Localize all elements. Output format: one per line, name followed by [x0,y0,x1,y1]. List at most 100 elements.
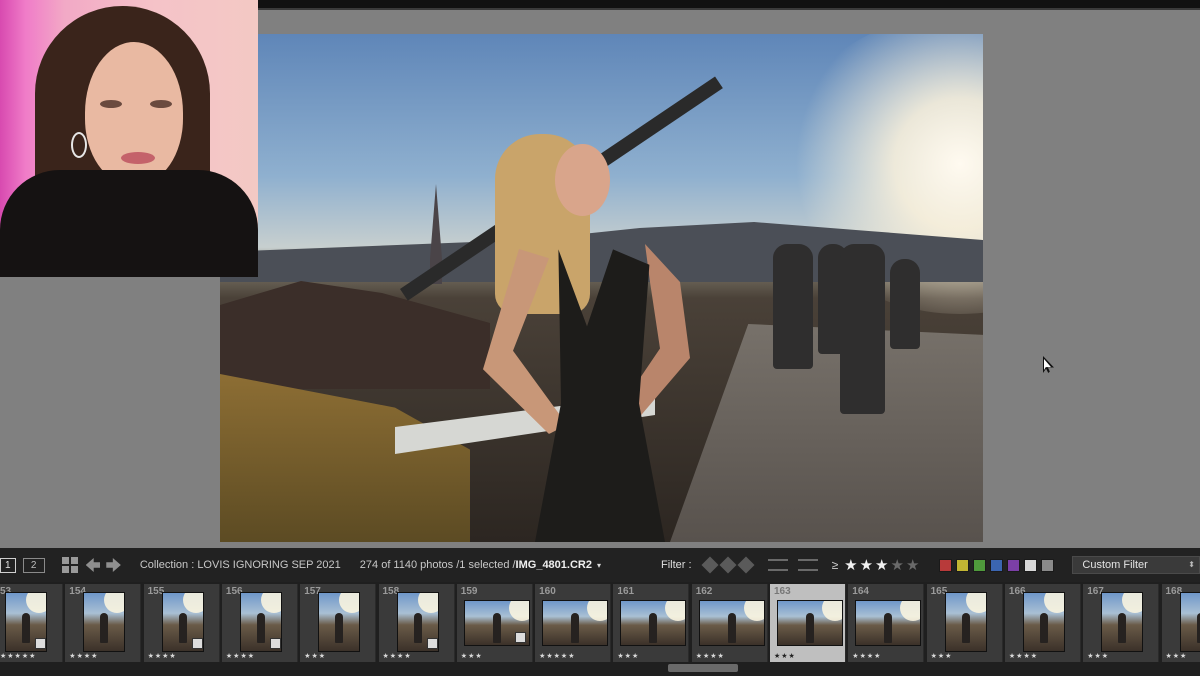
cell-star-rating[interactable]: ★★★ [931,652,953,660]
rating-operator[interactable]: ≥ [832,558,839,572]
filmstrip-scrollbar[interactable] [668,664,738,672]
develop-adjusted-badge-icon[interactable] [191,638,203,649]
edit-filter-group[interactable] [767,559,818,571]
thumbnail-model [100,613,109,643]
thumbnail-sun [822,601,842,621]
filter-label: Filter : [661,559,692,571]
develop-adjusted-badge-icon[interactable] [514,632,526,643]
thumbnail-sun [1122,593,1143,613]
selected-filename[interactable]: IMG_4801.CR2 [516,559,592,571]
filmstrip-thumbnail[interactable] [620,600,687,646]
thumbnail-model [961,613,970,643]
filmstrip-thumbnail[interactable] [542,600,609,646]
color-swatch-yellow[interactable] [956,558,970,572]
filmstrip-cell[interactable]: 163 ★★★ [770,584,846,662]
primary-display-button[interactable]: 1 [0,557,16,573]
filmstrip[interactable]: 53★★★★★154★★★★155★★★★156★★★★157★★★158★★★… [0,582,1200,676]
webcam-presenter-top [0,170,258,277]
back-arrow-icon[interactable] [85,558,101,572]
photo-trees [220,374,470,542]
filmstrip-cell[interactable]: 161 ★★★ [613,584,690,662]
edited-filter-icon[interactable] [767,559,788,571]
cell-star-rating[interactable]: ★★★★ [226,652,255,660]
filmstrip-thumbnail[interactable] [318,592,361,652]
webcam-overlay [0,0,258,277]
color-swatch-purple[interactable] [1007,558,1021,572]
filmstrip-thumbnail[interactable] [1022,592,1065,652]
flag-pick-icon[interactable] [701,556,719,574]
filmstrip-cell[interactable]: 158 ★★★★ [378,584,455,662]
develop-adjusted-badge-icon[interactable] [269,638,281,649]
color-swatch-blue[interactable] [990,558,1004,572]
cell-star-rating[interactable]: ★★★ [304,652,326,660]
thumbnail-sun [339,593,360,613]
secondary-display-button[interactable]: 2 [22,557,45,573]
cell-star-rating[interactable]: ★★★★ [69,652,98,660]
filmstrip-cell[interactable]: 154 ★★★★ [65,584,142,662]
cell-star-rating[interactable]: ★★★★ [696,652,725,660]
flag-unflagged-icon[interactable] [719,556,737,574]
filmstrip-cell[interactable]: 167 ★★★ [1083,584,1160,662]
color-swatch-none[interactable] [1041,558,1055,572]
cell-star-rating[interactable]: ★★★ [617,652,639,660]
filmstrip-cell[interactable]: 53★★★★★ [0,584,63,662]
source-dropdown-caret-icon[interactable]: ▾ [597,561,601,570]
filter-preset-select[interactable]: Custom Filter ⬍ [1072,556,1200,574]
filmstrip-thumbnail[interactable] [777,600,843,646]
cell-star-rating[interactable]: ★★★★ [852,652,881,660]
filmstrip-thumbnail[interactable] [1101,592,1144,652]
rating-stars-active[interactable]: ★★★ [844,557,890,574]
color-swatch-red[interactable] [939,558,953,572]
unedited-filter-icon[interactable] [797,559,818,571]
grid-view-icon[interactable] [61,557,78,573]
cell-star-rating[interactable]: ★★★★ [383,652,412,660]
webcam-presenter-lips [121,152,155,164]
collection-breadcrumb[interactable]: Collection : LOVIS IGNORING SEP 2021 [140,559,341,571]
rating-filter-stars[interactable]: ★★★★★ [844,556,921,574]
develop-adjusted-badge-icon[interactable] [426,638,438,649]
filmstrip-cell[interactable]: 164 ★★★★ [848,584,925,662]
color-label-filter[interactable] [939,558,1055,572]
filmstrip-cell[interactable]: 168 ★★★ [1161,584,1200,662]
rating-stars-inactive[interactable]: ★★ [891,557,922,574]
webcam-presenter-earring [71,132,87,158]
cell-star-rating[interactable]: ★★★ [1087,652,1109,660]
cell-index: 161 [617,586,635,597]
filmstrip-thumbnail[interactable] [855,600,922,646]
filmstrip-cell[interactable]: 156 ★★★★ [221,584,298,662]
thumbnail-model [335,613,344,643]
forward-arrow-icon[interactable] [106,558,121,572]
thumbnail-model [178,613,187,643]
thumbnail-model [571,613,580,643]
filmstrip-cell[interactable]: 159 ★★★ [456,584,533,662]
thumbnail-model [22,613,30,643]
cell-star-rating[interactable]: ★★★ [461,652,483,660]
filmstrip-thumbnail[interactable] [1179,592,1200,652]
thumbnail-model [649,613,658,643]
filmstrip-cell[interactable]: 165 ★★★ [926,584,1003,662]
filmstrip-cell[interactable]: 162 ★★★★ [691,584,768,662]
cell-star-rating[interactable]: ★★★ [1166,652,1188,660]
thumbnail-sun [665,601,686,621]
main-photo-preview[interactable] [220,34,983,542]
cell-star-rating[interactable]: ★★★★★ [0,652,36,660]
filmstrip-cell[interactable]: 160 ★★★★★ [535,584,612,662]
photo-bystander [840,244,885,414]
develop-adjusted-badge-icon[interactable] [35,638,46,649]
filmstrip-thumbnail[interactable] [698,600,765,646]
filmstrip-thumbnail[interactable] [83,592,126,652]
cell-star-rating[interactable]: ★★★★ [148,652,177,660]
cell-star-rating[interactable]: ★★★★★ [539,652,575,660]
thumbnail-sun [417,593,438,613]
filmstrip-cell[interactable]: 157 ★★★ [300,584,377,662]
filmstrip-cell[interactable]: 155 ★★★★ [143,584,220,662]
color-swatch-custom[interactable] [1024,558,1038,572]
flag-filter-group[interactable] [701,556,755,574]
cell-star-rating[interactable]: ★★★★ [1009,652,1038,660]
thumbnail-model [727,613,736,643]
filmstrip-thumbnail[interactable] [944,592,987,652]
color-swatch-green[interactable] [973,558,987,572]
flag-rejected-icon[interactable] [737,556,755,574]
filmstrip-cell[interactable]: 166 ★★★★ [1004,584,1081,662]
cell-star-rating[interactable]: ★★★ [774,652,796,660]
